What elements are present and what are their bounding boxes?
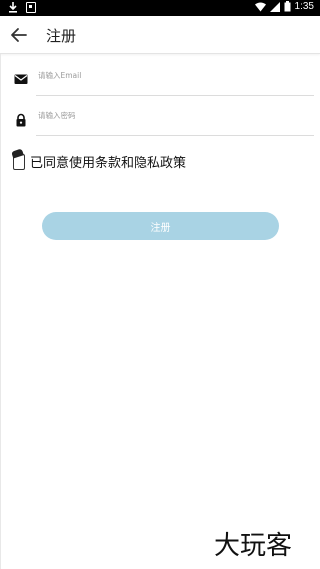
password-field[interactable]	[36, 96, 314, 136]
terms-checkbox[interactable]	[13, 153, 25, 170]
envelope-icon	[14, 74, 28, 84]
svg-text:大玩客: 大玩客	[214, 531, 292, 559]
watermark-logo: 大玩客	[214, 531, 292, 559]
app-bar: 注册	[0, 16, 320, 54]
page-title: 注册	[46, 27, 77, 45]
password-row	[0, 96, 320, 136]
notification-box-icon	[26, 2, 36, 13]
download-icon	[9, 2, 17, 13]
terms-agreement: 已同意使用条款和隐私政策	[13, 152, 186, 171]
status-time: 1:35	[294, 1, 314, 12]
wifi-icon	[254, 2, 266, 11]
signal-icon	[269, 1, 280, 12]
email-row	[0, 56, 320, 96]
terms-agreement-label: 已同意使用条款和隐私政策	[30, 156, 187, 171]
lock-icon	[16, 113, 26, 127]
email-field[interactable]	[36, 56, 314, 96]
battery-icon	[284, 1, 291, 12]
back-arrow-icon[interactable]	[8, 24, 30, 46]
status-bar: 1:35	[0, 0, 320, 16]
register-button[interactable]: 注册	[42, 212, 279, 240]
